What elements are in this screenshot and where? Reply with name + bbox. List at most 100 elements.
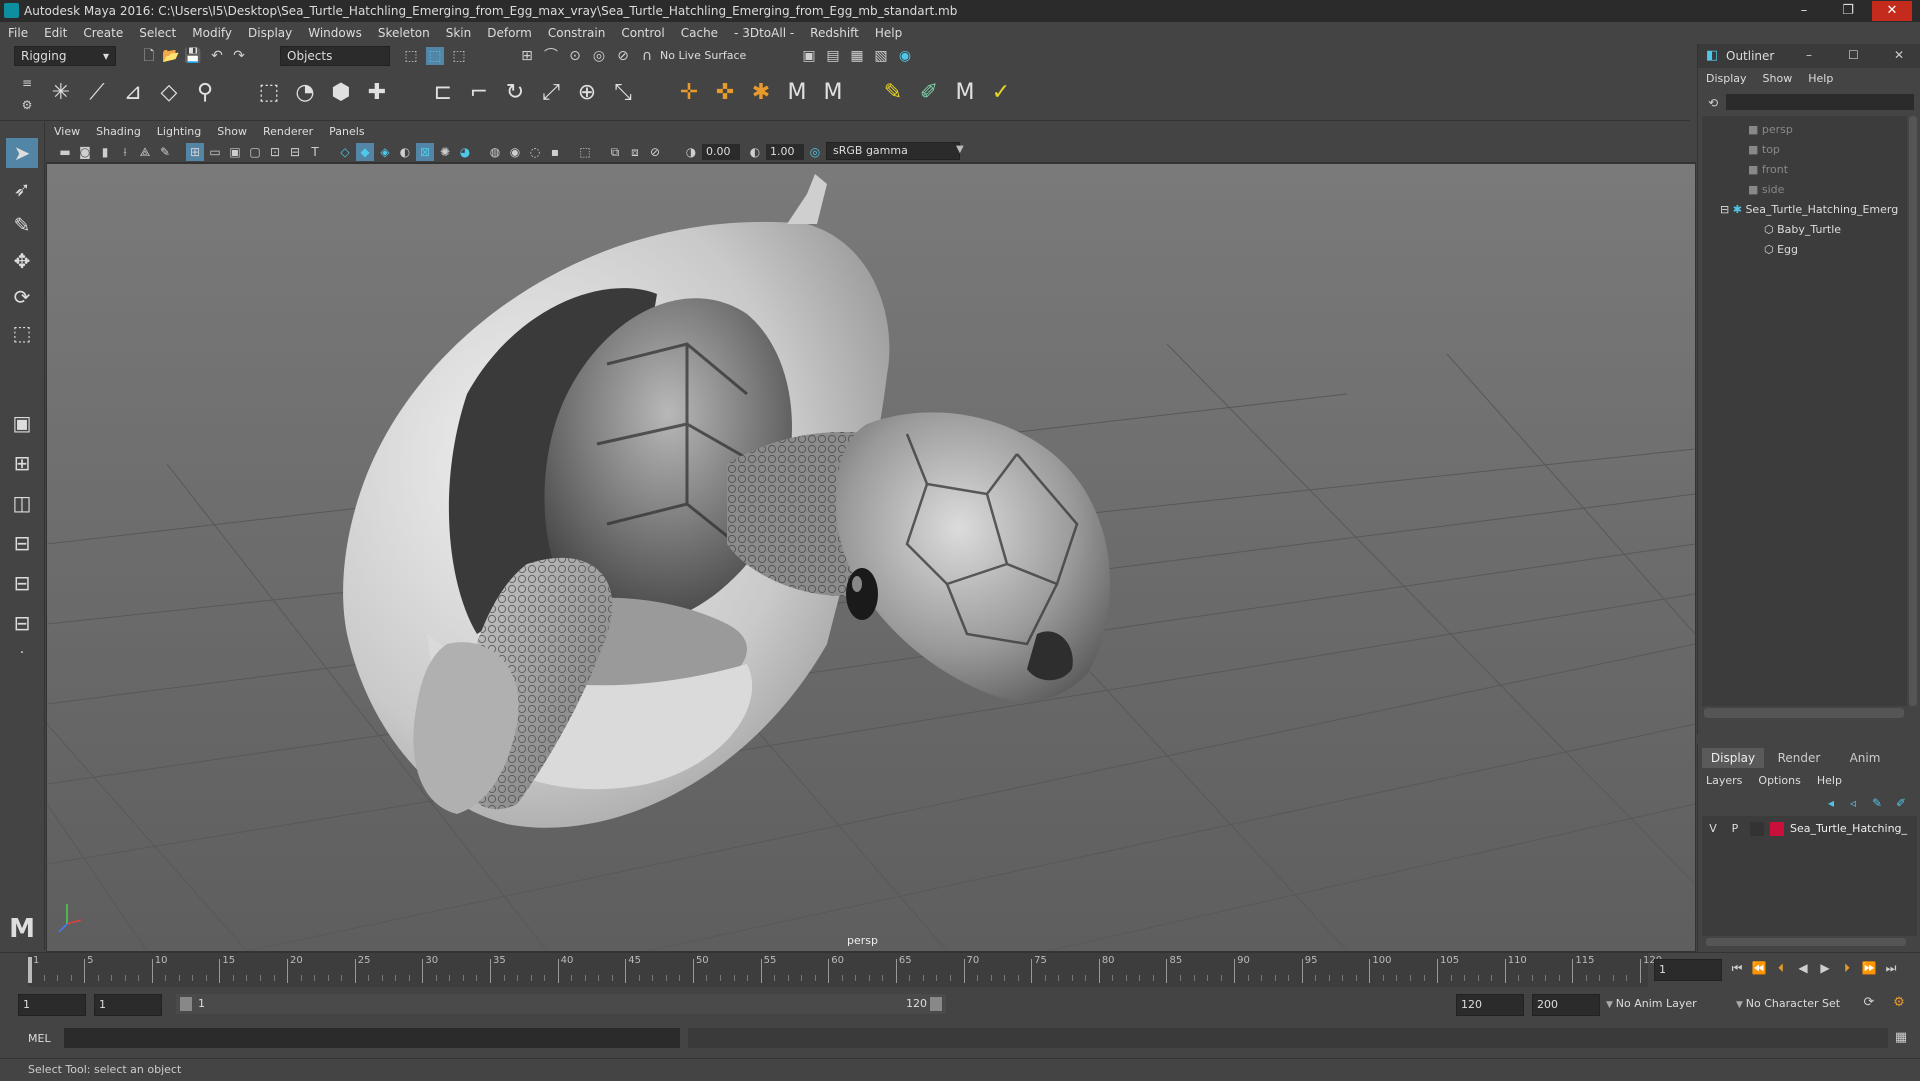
go-to-start-icon[interactable]: ⏮ — [1728, 959, 1746, 977]
menu-constrain[interactable]: Constrain — [540, 22, 614, 44]
time-slider[interactable]: 1 5 10 15 20 25 30 35 40 45 50 55 60 65 70 75 80 85 90 95 10… — [0, 952, 1920, 989]
menu-help[interactable]: Help — [867, 22, 910, 44]
blend-shape-icon[interactable]: ✐ — [914, 78, 944, 108]
lasso-tool-icon[interactable]: ➶ — [6, 174, 38, 204]
menu-cache[interactable]: Cache — [673, 22, 726, 44]
wireframe-icon[interactable]: ◇ — [336, 143, 354, 161]
snap-curve-icon[interactable]: ⌒ — [542, 47, 560, 65]
range-start-handle[interactable] — [180, 997, 192, 1011]
tab-anim[interactable]: Anim — [1834, 748, 1896, 768]
hik-icon[interactable]: M — [782, 78, 812, 108]
step-back-frame-icon[interactable]: ⏴ — [1772, 959, 1790, 977]
tab-display[interactable]: Display — [1702, 748, 1764, 768]
field-chart-icon[interactable]: ⊡ — [266, 143, 284, 161]
outliner-item-side[interactable]: ■ side — [1748, 180, 1784, 200]
outliner-close-button[interactable]: ✕ — [1894, 48, 1904, 62]
constraint-point-icon[interactable]: ⌐ — [464, 78, 494, 108]
playback-start-field[interactable]: 1 — [94, 994, 162, 1016]
viewport-menu-panels[interactable]: Panels — [321, 122, 372, 142]
outliner-search-input[interactable] — [1726, 94, 1914, 110]
collapse-icon[interactable]: ⊟ — [1720, 203, 1733, 216]
layer-menu-help[interactable]: Help — [1809, 772, 1850, 790]
step-forward-key-icon[interactable]: ⏩ — [1860, 959, 1878, 977]
layer-visibility-toggle[interactable]: V — [1706, 822, 1720, 836]
lights-icon[interactable]: ✺ — [436, 143, 454, 161]
wireframe-on-shaded-icon[interactable]: ◈ — [376, 143, 394, 161]
mirror-joint-icon[interactable]: ⚲ — [190, 78, 220, 108]
outliner-menu-show[interactable]: Show — [1755, 70, 1801, 88]
grid-toggle-icon[interactable]: ⊞ — [186, 143, 204, 161]
shadows-icon[interactable]: ◕ — [456, 143, 474, 161]
viewport-menu-show[interactable]: Show — [209, 122, 255, 142]
film-gate-icon[interactable]: ▭ — [206, 143, 224, 161]
menu-skeleton[interactable]: Skeleton — [370, 22, 438, 44]
redo-icon[interactable]: ↷ — [230, 47, 248, 65]
menu-file[interactable]: File — [0, 22, 36, 44]
select-hierarchy-icon[interactable]: ⬚ — [402, 47, 420, 65]
dof-icon[interactable]: ▪ — [546, 143, 564, 161]
outliner-minimize-button[interactable]: – — [1806, 48, 1812, 62]
menu-skin[interactable]: Skin — [438, 22, 480, 44]
menu-select[interactable]: Select — [131, 22, 184, 44]
backface-icon[interactable]: ⊘ — [646, 143, 664, 161]
render-frame-icon[interactable]: ▤ — [824, 47, 842, 65]
animation-end-field[interactable]: 200 — [1532, 994, 1600, 1016]
snap-grid-icon[interactable]: ⊞ — [518, 47, 536, 65]
outliner-persp-icon[interactable]: ⊟ — [6, 528, 38, 558]
playhead[interactable] — [28, 957, 32, 983]
hypershade-icon[interactable]: ◉ — [896, 47, 914, 65]
menu-deform[interactable]: Deform — [479, 22, 540, 44]
playback-end-field[interactable]: 120 — [1456, 994, 1524, 1016]
magnet-icon[interactable]: ∩ — [638, 47, 656, 65]
menu-set-dropdown[interactable]: Rigging ▾ — [14, 46, 116, 66]
open-scene-icon[interactable]: 📂 — [162, 47, 180, 65]
outliner-item-baby-turtle[interactable]: ⬡ Baby_Turtle — [1764, 220, 1841, 240]
snap-live-icon[interactable]: ⊘ — [614, 47, 632, 65]
viewport-menu-renderer[interactable]: Renderer — [255, 122, 321, 142]
range-end-handle[interactable] — [930, 997, 942, 1011]
outliner-maximize-button[interactable]: ☐ — [1848, 48, 1859, 62]
xray-joints-icon[interactable]: ⧈ — [626, 143, 644, 161]
layer-move-up-icon[interactable]: ◂ — [1822, 794, 1840, 812]
motion-blur-icon[interactable]: ◉ — [506, 143, 524, 161]
color-space-dropdown[interactable]: sRGB gamma — [826, 142, 960, 160]
scale-tool-icon[interactable]: ⬚ — [6, 318, 38, 348]
menu-modify[interactable]: Modify — [184, 22, 240, 44]
maya-m-icon[interactable]: M — [950, 78, 980, 108]
new-scene-icon[interactable]: 🗋 — [140, 47, 158, 65]
outliner-hscrollbar[interactable] — [1704, 708, 1904, 718]
new-layer-selected-icon[interactable]: ✐ — [1892, 794, 1910, 812]
outliner-item-group[interactable]: ⊟ ✱ Sea_Turtle_Hatching_Emerg — [1720, 200, 1898, 220]
outliner-menu-display[interactable]: Display — [1698, 70, 1755, 88]
exposure-field[interactable]: 0.00 — [702, 144, 740, 160]
safe-title-icon[interactable]: T — [306, 143, 324, 161]
constraint-orient-icon[interactable]: ↻ — [500, 78, 530, 108]
color-management-icon[interactable]: ◎ — [806, 143, 824, 161]
constraint-aim-icon[interactable]: ⊕ — [572, 78, 602, 108]
command-input[interactable] — [64, 1028, 680, 1048]
anti-alias-icon[interactable]: ◌ — [526, 143, 544, 161]
viewport-menu-shading[interactable]: Shading — [88, 122, 149, 142]
layout-more-icon[interactable]: · — [6, 638, 38, 668]
range-slider-bar[interactable]: 1 120 — [176, 994, 946, 1014]
graph-persp-icon[interactable]: ⊟ — [6, 568, 38, 598]
smooth-shade-icon[interactable]: ◆ — [356, 143, 374, 161]
menu-control[interactable]: Control — [613, 22, 672, 44]
outliner-item-top[interactable]: ■ top — [1748, 140, 1780, 160]
layer-menu-layers[interactable]: Layers — [1698, 772, 1750, 790]
menu-windows[interactable]: Windows — [300, 22, 370, 44]
viewport-menu-lighting[interactable]: Lighting — [149, 122, 209, 142]
hik-2-icon[interactable]: M — [818, 78, 848, 108]
bookmark-icon[interactable]: ▮ — [96, 143, 114, 161]
select-object-icon[interactable]: ⬚ — [426, 47, 444, 65]
rotate-tool-icon[interactable]: ⟳ — [6, 282, 38, 312]
chevron-down-icon[interactable]: ▼ — [956, 144, 964, 155]
layer-color-swatch[interactable] — [1770, 822, 1784, 836]
constraint-pole-icon[interactable]: ⤡ — [608, 78, 638, 108]
minimize-button[interactable]: – — [1784, 1, 1824, 21]
selection-mask-dropdown[interactable]: Objects — [280, 46, 390, 66]
locator-icon[interactable]: ✛ — [674, 78, 704, 108]
shelf-menu-icon[interactable]: ≡ — [18, 74, 36, 92]
locator-2-icon[interactable]: ✜ — [710, 78, 740, 108]
cluster-icon[interactable]: ✚ — [362, 78, 392, 108]
